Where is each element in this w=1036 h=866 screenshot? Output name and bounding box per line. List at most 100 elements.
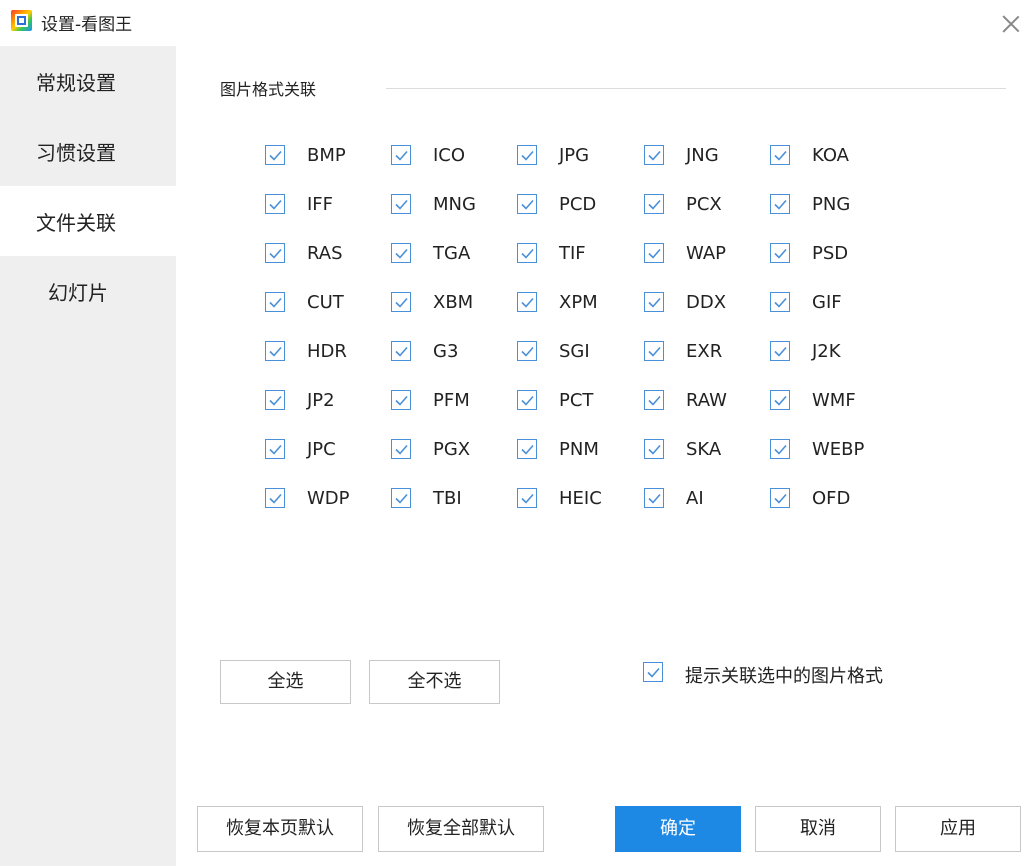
format-label: J2K [812,341,841,362]
checkbox-checked-icon[interactable] [517,243,537,263]
sidebar-item-label: 幻灯片 [48,281,108,305]
checkbox-checked-icon[interactable] [770,194,790,214]
checkbox-checked-icon[interactable] [770,243,790,263]
apply-button[interactable]: 应用 [895,806,1021,852]
checkbox-checked-icon[interactable] [643,662,663,682]
format-label: HEIC [559,488,602,509]
checkbox-checked-icon[interactable] [391,145,411,165]
format-label: PNM [559,439,599,460]
format-label: WMF [812,390,856,411]
ok-button[interactable]: 确定 [615,806,741,852]
format-label: WDP [307,488,350,509]
checkbox-checked-icon[interactable] [265,194,285,214]
checkbox-checked-icon[interactable] [770,439,790,459]
checkbox-checked-icon[interactable] [517,194,537,214]
format-label: TIF [559,243,586,264]
app-icon [11,10,32,31]
format-label: OFD [812,488,851,509]
checkbox-checked-icon[interactable] [517,292,537,312]
format-label: PNG [812,194,851,215]
format-label: EXR [686,341,723,362]
sidebar-item-label: 常规设置 [36,71,116,95]
settings-sidebar: 常规设置 习惯设置 文件关联 幻灯片 [0,46,176,866]
section-title: 图片格式关联 [220,80,317,99]
sidebar-item-habits[interactable]: 习惯设置 [0,116,176,186]
format-label: BMP [307,145,346,166]
window-title: 设置-看图王 [41,15,133,35]
checkbox-checked-icon[interactable] [644,390,664,410]
checkbox-checked-icon[interactable] [644,194,664,214]
checkbox-checked-icon[interactable] [770,390,790,410]
format-label: PFM [433,390,470,411]
format-label: WEBP [812,439,865,460]
format-label: JPC [307,439,336,460]
select-all-button[interactable]: 全选 [220,660,351,704]
format-label: SGI [559,341,590,362]
format-label: RAS [307,243,343,264]
format-label: ICO [433,145,466,166]
checkbox-checked-icon[interactable] [517,439,537,459]
checkbox-checked-icon[interactable] [770,341,790,361]
format-label: PCX [686,194,722,215]
sidebar-item-general[interactable]: 常规设置 [0,46,176,116]
section-divider [386,88,1006,89]
checkbox-checked-icon[interactable] [265,341,285,361]
sidebar-item-slideshow[interactable]: 幻灯片 [0,256,176,326]
checkbox-checked-icon[interactable] [644,292,664,312]
format-label: PCD [559,194,597,215]
format-label: KOA [812,145,849,166]
sidebar-item-label: 习惯设置 [36,141,116,165]
cancel-button[interactable]: 取消 [755,806,881,852]
format-label: SKA [686,439,722,460]
checkbox-checked-icon[interactable] [644,439,664,459]
format-label: JNG [686,145,719,166]
checkbox-checked-icon[interactable] [265,145,285,165]
format-label: HDR [307,341,347,362]
checkbox-checked-icon[interactable] [265,292,285,312]
restore-page-defaults-button[interactable]: 恢复本页默认 [197,806,363,852]
checkbox-checked-icon[interactable] [517,488,537,508]
checkbox-checked-icon[interactable] [517,341,537,361]
format-label: PCT [559,390,594,411]
checkbox-checked-icon[interactable] [644,243,664,263]
sidebar-item-label: 文件关联 [36,211,116,235]
checkbox-checked-icon[interactable] [770,292,790,312]
checkbox-checked-icon[interactable] [770,488,790,508]
format-label: G3 [433,341,459,362]
format-label: PGX [433,439,471,460]
close-icon[interactable] [1000,13,1022,35]
checkbox-checked-icon[interactable] [391,194,411,214]
checkbox-checked-icon[interactable] [517,145,537,165]
sidebar-item-file-association[interactable]: 文件关联 [0,186,176,256]
checkbox-checked-icon[interactable] [265,390,285,410]
format-label: JP2 [307,390,335,411]
checkbox-checked-icon[interactable] [265,243,285,263]
checkbox-checked-icon[interactable] [265,488,285,508]
checkbox-checked-icon[interactable] [644,341,664,361]
format-label: TGA [433,243,471,264]
checkbox-checked-icon[interactable] [391,292,411,312]
format-label: XBM [433,292,474,313]
hint-label: 提示关联选中的图片格式 [685,666,883,687]
format-label: TBI [433,488,462,509]
checkbox-checked-icon[interactable] [391,243,411,263]
format-label: GIF [812,292,842,313]
checkbox-checked-icon[interactable] [265,439,285,459]
checkbox-checked-icon[interactable] [391,341,411,361]
checkbox-checked-icon[interactable] [517,390,537,410]
restore-all-defaults-button[interactable]: 恢复全部默认 [378,806,544,852]
format-label: PSD [812,243,849,264]
format-label: JPG [559,145,590,166]
checkbox-checked-icon[interactable] [391,390,411,410]
title-bar: 设置-看图王 [0,0,1036,46]
format-label: RAW [686,390,727,411]
format-label: IFF [307,194,334,215]
checkbox-checked-icon[interactable] [770,145,790,165]
checkbox-checked-icon[interactable] [644,145,664,165]
format-label: XPM [559,292,598,313]
select-none-button[interactable]: 全不选 [369,660,500,704]
checkbox-checked-icon[interactable] [391,488,411,508]
checkbox-checked-icon[interactable] [644,488,664,508]
format-label: AI [686,488,704,509]
checkbox-checked-icon[interactable] [391,439,411,459]
